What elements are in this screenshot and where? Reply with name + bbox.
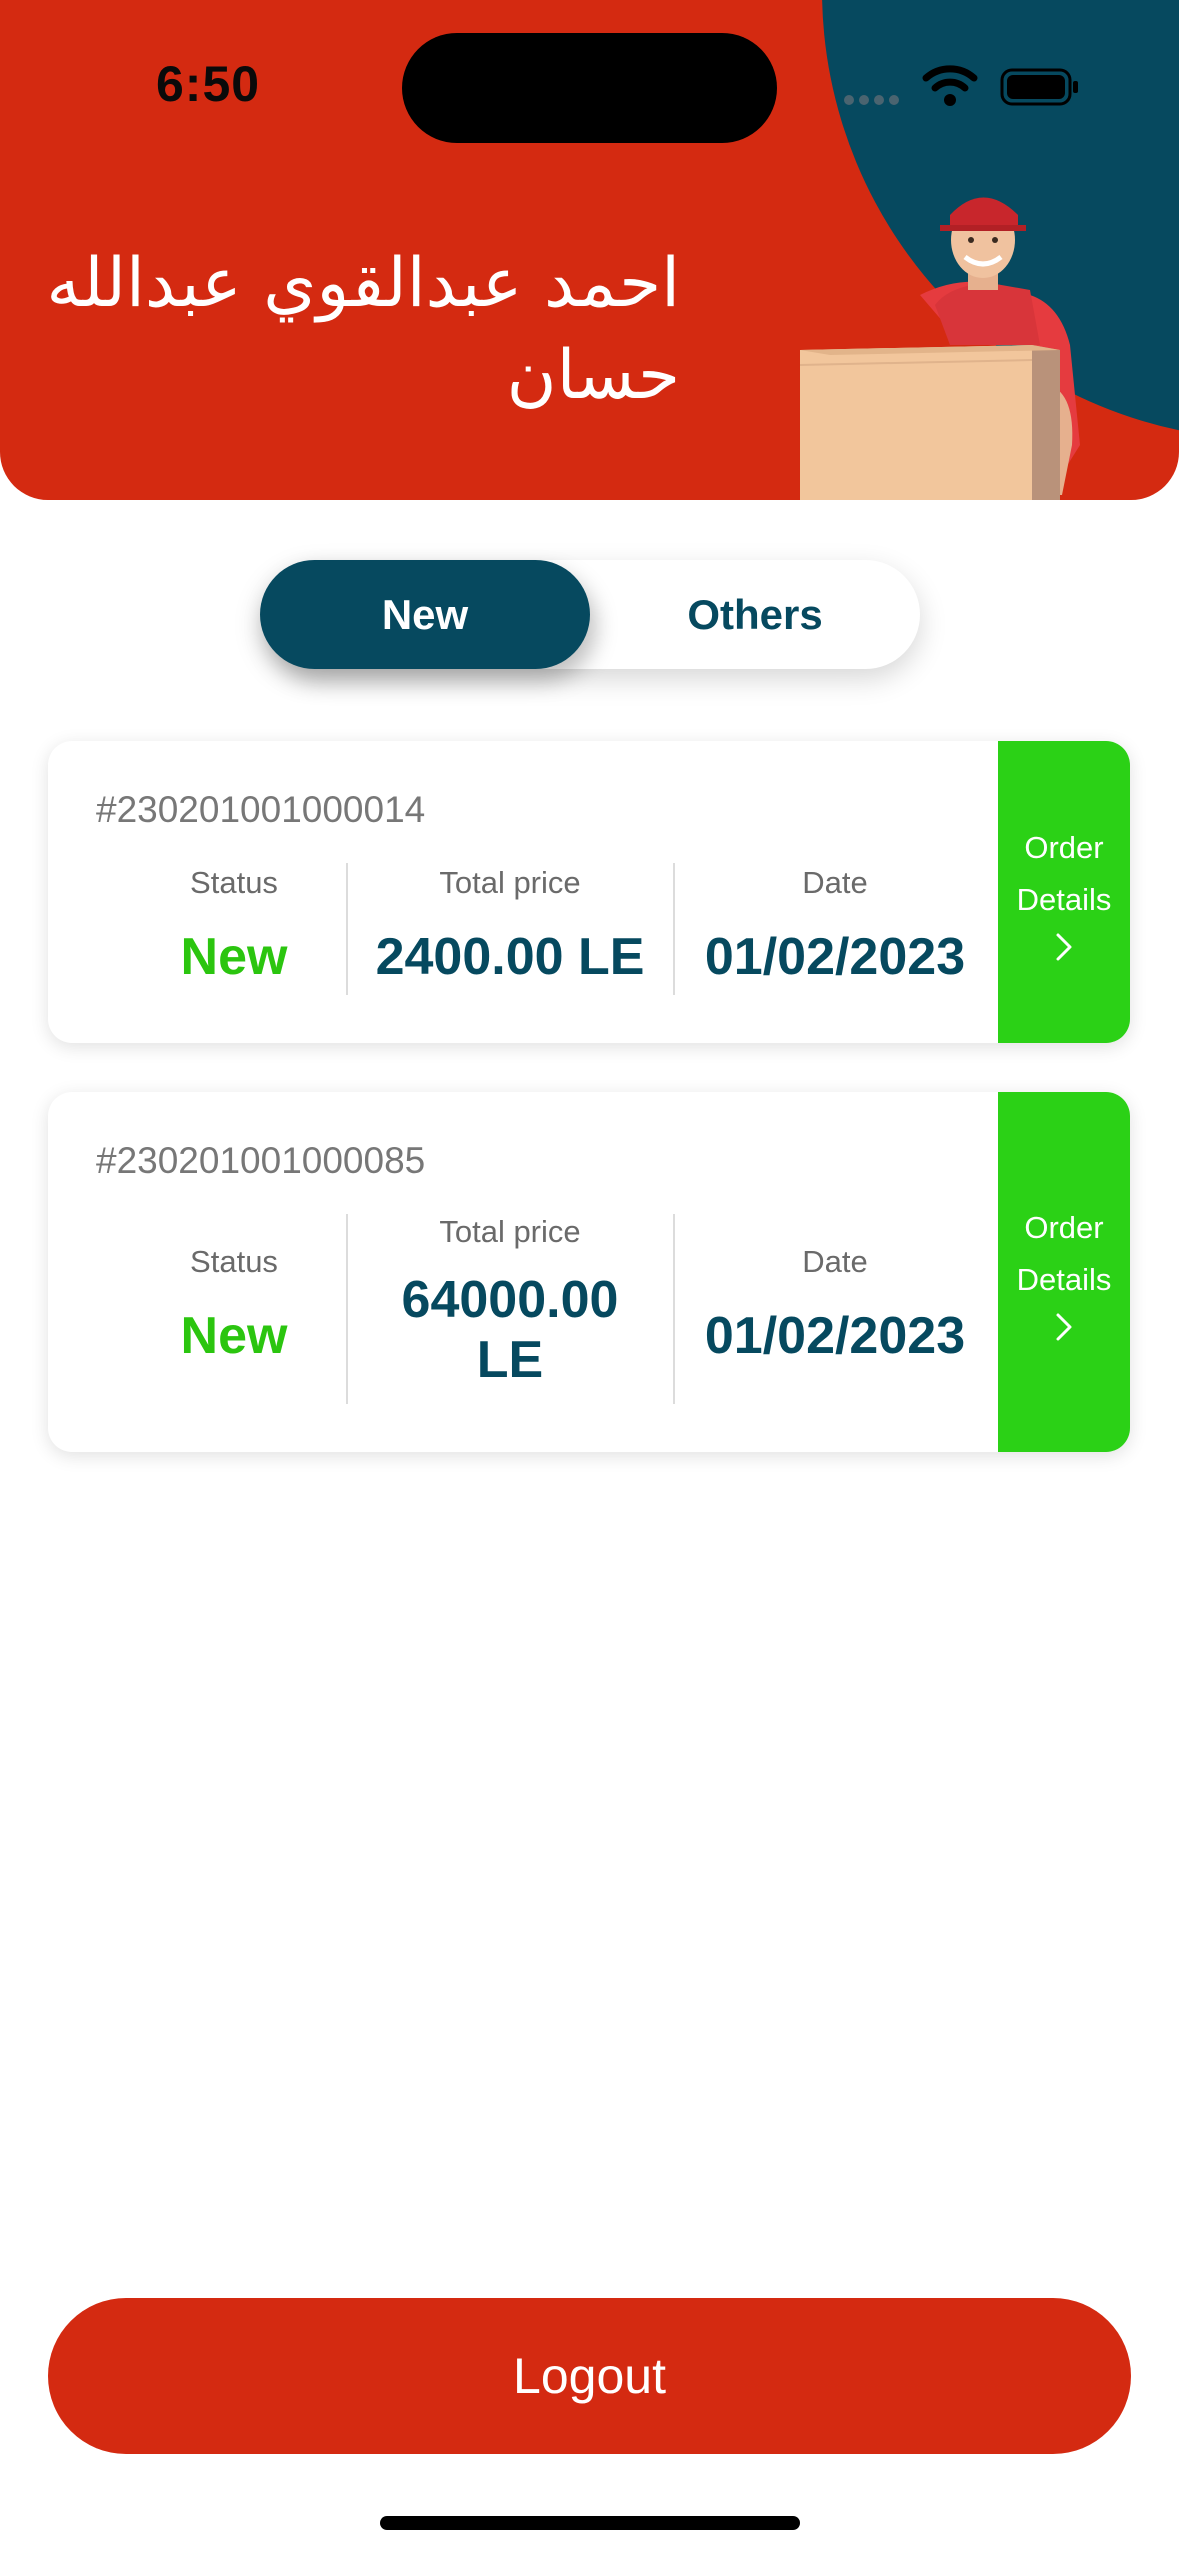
total-price-label: Total price	[439, 1214, 581, 1249]
date-label: Date	[802, 865, 868, 900]
total-price-value: 64000.00 LE	[401, 1271, 619, 1389]
order-details-label: Order Details	[1016, 1210, 1112, 1297]
chevron-right-icon	[1056, 1313, 1072, 1341]
logout-button[interactable]: Logout	[48, 2298, 1131, 2454]
tab-others[interactable]: Others	[590, 560, 920, 669]
cellular-signal-icon	[844, 95, 899, 105]
total-price-value: 2400.00 LE	[375, 928, 645, 986]
home-indicator[interactable]	[380, 2516, 800, 2530]
date-value: 01/02/2023	[704, 1307, 966, 1365]
price-column: Total price 2400.00 LE	[348, 865, 672, 987]
dynamic-island	[402, 33, 777, 143]
order-filter-toggle: New Others	[260, 560, 920, 669]
status-bar-time: 6:50	[156, 56, 261, 112]
order-card: #230201001000085 Status New Total price …	[48, 1092, 1130, 1452]
order-details-button[interactable]: Order Details	[998, 741, 1130, 1043]
order-number: #230201001000014	[96, 789, 426, 830]
chevron-right-icon	[1056, 933, 1072, 961]
price-column: Total price 64000.00 LE	[348, 1214, 672, 1390]
order-card: #230201001000014 Status New Total price …	[48, 741, 1130, 1043]
date-value: 01/02/2023	[704, 928, 966, 986]
order-details-label: Order Details	[1016, 830, 1112, 917]
battery-icon	[1000, 68, 1078, 106]
profile-header: 6:50 احمد عبدالقوي عبدالله حسان	[0, 0, 1179, 500]
date-column: Date 01/02/2023	[672, 1244, 998, 1366]
order-details-button[interactable]: Order Details	[998, 1092, 1130, 1452]
wifi-icon	[922, 65, 978, 106]
user-name: احمد عبدالقوي عبدالله حسان	[46, 244, 680, 415]
date-label: Date	[802, 1244, 868, 1279]
date-column: Date 01/02/2023	[672, 865, 998, 987]
total-price-label: Total price	[439, 865, 581, 900]
delivery-courier-illustration	[800, 197, 1080, 500]
order-number: #230201001000085	[96, 1140, 426, 1181]
tab-new[interactable]: New	[260, 560, 590, 669]
